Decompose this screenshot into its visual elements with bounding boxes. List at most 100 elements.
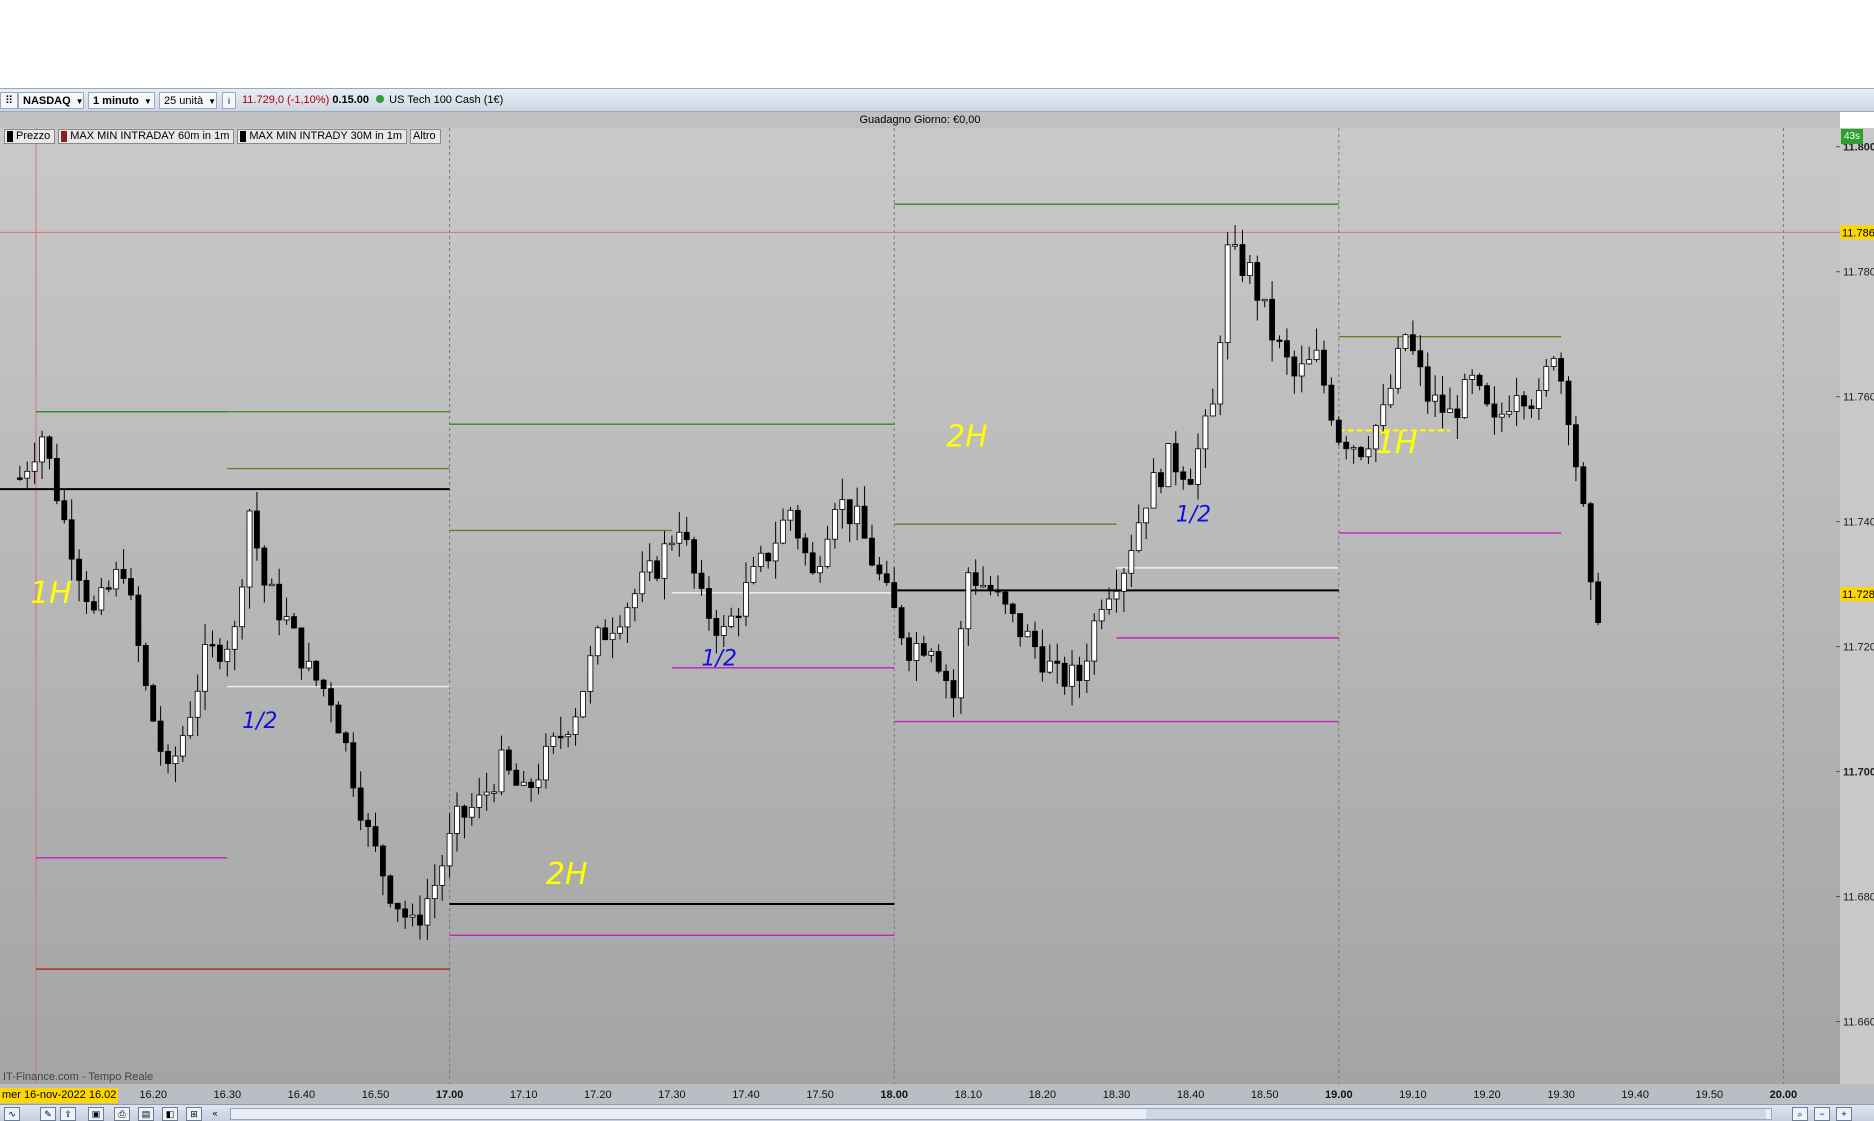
candle-body — [1098, 608, 1105, 622]
candle-body — [1380, 404, 1387, 426]
chart-svg[interactable]: 1H1/22H1/22H1/21H 11.80011.78011.76011.7… — [0, 0, 1874, 1104]
scroll-start-icon[interactable]: « — [208, 1107, 222, 1119]
candle-body — [920, 643, 927, 656]
handwritten-annotation: 1/2 — [702, 646, 737, 671]
y-tick-label: 11.660 — [1843, 1017, 1874, 1029]
candle-body — [787, 509, 794, 521]
candle-body — [557, 735, 564, 739]
candle-body — [39, 436, 45, 463]
candle-body — [1491, 403, 1498, 418]
candle-body — [53, 458, 60, 502]
candle-body — [254, 510, 260, 549]
candle-body — [239, 586, 246, 628]
legend-label: MAX MIN INTRADY 30M in 1m — [249, 130, 402, 142]
x-tick-label: 18.30 — [1103, 1089, 1131, 1101]
candle-body — [209, 644, 216, 647]
candle-body — [1432, 394, 1439, 402]
legend-item[interactable]: MAX MIN INTRADY 30M in 1m — [237, 129, 407, 144]
handwritten-annotation: 2H — [546, 857, 588, 892]
candle-body — [409, 914, 416, 918]
template-icon[interactable]: ▤ — [138, 1107, 154, 1121]
candle-body — [224, 648, 231, 662]
candle-body — [1439, 394, 1446, 413]
candle-body — [1076, 664, 1083, 681]
legend-label: Altro — [412, 130, 436, 142]
candle-body — [565, 734, 572, 738]
candle-body — [424, 898, 431, 926]
candle-body — [1061, 662, 1068, 687]
candle-body — [706, 588, 712, 619]
legend-label: Prezzo — [16, 130, 51, 142]
legend-item[interactable]: MAX MIN INTRADAY 60m in 1m — [58, 129, 235, 144]
data-source-label: IT-Finance.com - Tempo Reale — [3, 1071, 154, 1083]
chart-scrollbar[interactable] — [230, 1108, 1772, 1120]
candle-body — [654, 560, 660, 579]
x-tick-label: 17.30 — [658, 1089, 686, 1101]
x-tick-label: 17.50 — [806, 1089, 834, 1101]
share-icon[interactable]: ⇪ — [60, 1107, 76, 1121]
candle-body — [417, 914, 423, 926]
candle-body — [861, 505, 868, 539]
candle-body — [535, 779, 542, 788]
compare-icon[interactable]: ◧ — [162, 1107, 178, 1121]
candle-body — [1239, 244, 1246, 277]
candle-body — [987, 584, 994, 591]
candle-body — [1276, 339, 1283, 342]
candle-body — [1513, 395, 1520, 412]
x-tick-label: 18.40 — [1177, 1089, 1205, 1101]
candle-body — [669, 542, 675, 546]
candle-body — [202, 644, 208, 692]
candle-body — [194, 690, 201, 718]
y-tick-label: 11.780 — [1843, 267, 1874, 279]
candle-body — [1528, 405, 1535, 409]
candle-body — [1046, 660, 1053, 673]
candle-body — [328, 688, 334, 706]
candle-body — [1484, 385, 1490, 405]
candle-body — [1550, 358, 1557, 367]
candle-body — [1083, 660, 1090, 681]
candle-body — [387, 875, 394, 904]
candle-body — [609, 632, 616, 641]
candle-body — [350, 742, 357, 789]
legend-label: MAX MIN INTRADAY 60m in 1m — [70, 130, 230, 142]
y-tick-label: 11.740 — [1843, 517, 1874, 529]
zoom-in-icon[interactable]: + — [1836, 1107, 1852, 1121]
candle-body — [276, 583, 283, 621]
candle-body — [1476, 374, 1483, 387]
candle-body — [365, 819, 371, 828]
cursor-date-label: mer 16-nov-2022 16.02 — [0, 1088, 119, 1103]
candle-body — [1091, 620, 1098, 662]
candle-body — [1558, 358, 1564, 382]
candle-body — [454, 805, 460, 834]
draw-icon[interactable]: ✎ — [40, 1107, 56, 1121]
zoom-fit-icon[interactable]: ⌕ — [1792, 1107, 1808, 1121]
candle-body — [268, 583, 275, 587]
x-tick-label: 17.10 — [510, 1089, 538, 1101]
candle-body — [1121, 572, 1127, 592]
candle-body — [150, 685, 157, 722]
candle-body — [468, 806, 475, 818]
candle-body — [980, 584, 987, 588]
zoom-out-icon[interactable]: − — [1814, 1107, 1830, 1121]
candle-body — [520, 781, 527, 786]
candle-body — [1417, 350, 1424, 368]
legend-item[interactable]: Altro — [409, 129, 441, 144]
y-tick-label: 11.760 — [1843, 392, 1874, 404]
chart-legend: Prezzo MAX MIN INTRADAY 60m in 1m MAX MIN … — [4, 129, 441, 144]
indicator-icon[interactable]: ∿ — [4, 1107, 20, 1121]
candle-body — [298, 627, 305, 669]
candle-body — [943, 670, 949, 681]
candle-body — [1595, 581, 1602, 624]
candle-body — [357, 787, 364, 821]
candle-body — [76, 558, 82, 581]
candle-body — [157, 720, 164, 752]
scrollbar-thumb[interactable] — [1146, 1109, 1766, 1119]
candle-body — [91, 601, 97, 611]
save-icon[interactable]: ▣ — [88, 1107, 104, 1121]
layout-icon[interactable]: ⊞ — [186, 1107, 202, 1121]
candle-body — [913, 643, 920, 661]
candle-body — [1565, 380, 1572, 426]
candle-body — [935, 651, 942, 672]
legend-item[interactable]: Prezzo — [4, 129, 56, 144]
print-icon[interactable]: ⎙ — [114, 1107, 130, 1121]
